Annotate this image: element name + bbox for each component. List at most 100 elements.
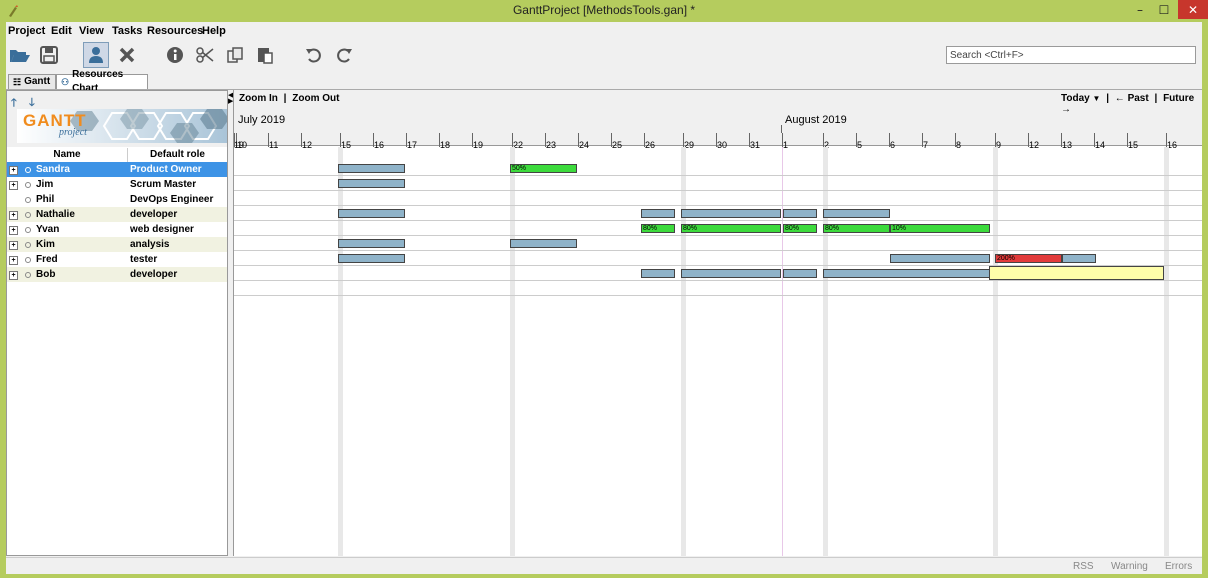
- delete-icon[interactable]: [114, 42, 140, 68]
- load-bar[interactable]: 10%: [890, 224, 990, 233]
- load-bar[interactable]: 80%: [783, 224, 817, 233]
- load-bar[interactable]: 80%: [823, 224, 890, 233]
- menu-edit[interactable]: Edit: [51, 25, 72, 37]
- new-resource-icon[interactable]: [83, 42, 109, 68]
- load-bar[interactable]: [783, 209, 817, 218]
- menu-tasks[interactable]: Tasks: [112, 25, 142, 37]
- load-bar[interactable]: [641, 209, 675, 218]
- resource-name: Yvan: [36, 224, 60, 235]
- save-icon[interactable]: [36, 42, 62, 68]
- status-bar: RSS Warning Errors: [6, 557, 1202, 574]
- app-window: Project Edit View Tasks Resources Help S…: [6, 22, 1202, 574]
- undo-icon[interactable]: [301, 42, 327, 68]
- load-bar[interactable]: [890, 254, 990, 263]
- resource-row[interactable]: + Jim Scrum Master: [7, 177, 227, 192]
- expand-icon[interactable]: +: [9, 226, 18, 235]
- expand-icon[interactable]: +: [9, 211, 18, 220]
- load-bar[interactable]: [338, 209, 405, 218]
- load-bar[interactable]: [823, 269, 990, 278]
- month-divider: [781, 125, 782, 133]
- menu-help[interactable]: Help: [202, 25, 226, 37]
- column-header-role[interactable]: Default role: [128, 148, 227, 163]
- day-label: 25: [612, 140, 623, 150]
- load-bar[interactable]: [510, 239, 577, 248]
- load-bar[interactable]: [1062, 254, 1096, 263]
- minimize-button[interactable]: –: [1130, 0, 1150, 20]
- day-tick: [1166, 133, 1167, 147]
- load-bar[interactable]: [681, 269, 781, 278]
- maximize-button[interactable]: ☐: [1154, 0, 1174, 20]
- resource-row[interactable]: Phil DevOps Engineer: [7, 192, 227, 207]
- selected-period[interactable]: [989, 266, 1164, 280]
- load-bar[interactable]: [338, 164, 405, 173]
- expand-icon[interactable]: +: [9, 181, 18, 190]
- resource-name: Kim: [36, 239, 55, 250]
- row-divider: [234, 235, 1202, 236]
- close-button[interactable]: ✕: [1178, 0, 1208, 19]
- resource-row[interactable]: + Fred tester: [7, 252, 227, 267]
- chart-header: Zoom In | Zoom Out Today ▼ | ← Past | Fu…: [234, 90, 1202, 146]
- menu-resources[interactable]: Resources: [147, 25, 203, 37]
- warning-status[interactable]: Warning: [1111, 561, 1148, 572]
- column-header-name[interactable]: Name: [7, 148, 128, 163]
- resources-tab-icon: ⚇: [61, 77, 70, 87]
- day-label: 13: [1062, 140, 1073, 150]
- past-link[interactable]: ← Past: [1115, 93, 1149, 104]
- load-bar[interactable]: [823, 209, 890, 218]
- search-input[interactable]: Search <Ctrl+F>: [946, 46, 1196, 64]
- day-tick: [922, 133, 923, 147]
- move-up-icon[interactable]: 🡑: [11, 94, 17, 113]
- tab-resources-chart[interactable]: ⚇ Resources Chart: [56, 69, 148, 94]
- day-tick: [1127, 133, 1128, 147]
- open-folder-icon[interactable]: [7, 42, 33, 68]
- resource-row[interactable]: + Kim analysis: [7, 237, 227, 252]
- day-tick: [439, 133, 440, 147]
- rss-status[interactable]: RSS: [1073, 561, 1094, 572]
- load-bar[interactable]: [338, 239, 405, 248]
- redo-icon[interactable]: [331, 42, 357, 68]
- resource-row[interactable]: + Nathalie developer: [7, 207, 227, 222]
- day-tick: [301, 133, 302, 147]
- menu-project[interactable]: Project: [8, 25, 45, 37]
- load-bar[interactable]: 200%: [995, 254, 1062, 263]
- copy-icon[interactable]: [222, 42, 248, 68]
- resource-row[interactable]: + Sandra Product Owner: [7, 162, 227, 177]
- load-bar[interactable]: [338, 179, 405, 188]
- view-tabs: ☷ Gantt ⚇ Resources Chart: [6, 69, 1202, 94]
- load-bar[interactable]: 80%: [641, 224, 675, 233]
- load-bar[interactable]: [338, 254, 405, 263]
- row-divider: [234, 175, 1202, 176]
- resource-name: Phil: [36, 194, 55, 205]
- load-bar[interactable]: 50%: [510, 164, 577, 173]
- zoom-out-link[interactable]: Zoom Out: [292, 93, 339, 104]
- resource-table-header-area: 🡑 🡓 GANTT project: [7, 91, 229, 147]
- day-label: 8: [956, 140, 962, 150]
- tab-gantt[interactable]: ☷ Gantt: [8, 74, 56, 89]
- paste-icon[interactable]: [252, 42, 278, 68]
- day-tick: [1028, 133, 1029, 147]
- resource-icon: [25, 182, 31, 188]
- properties-icon[interactable]: [162, 42, 188, 68]
- resource-row[interactable]: + Yvan web designer: [7, 222, 227, 237]
- menu-view[interactable]: View: [79, 25, 104, 37]
- row-divider: [234, 295, 1202, 296]
- load-bar[interactable]: 80%: [681, 224, 781, 233]
- menu-bar: Project Edit View Tasks Resources Help: [6, 22, 1202, 42]
- resource-row[interactable]: + Bob developer: [7, 267, 227, 282]
- day-tick: [406, 133, 407, 147]
- today-dropdown[interactable]: Today ▼: [1061, 93, 1100, 104]
- load-bar[interactable]: [641, 269, 675, 278]
- expand-icon[interactable]: +: [9, 271, 18, 280]
- errors-status[interactable]: Errors: [1165, 561, 1192, 572]
- expand-icon[interactable]: +: [9, 166, 18, 175]
- expand-icon[interactable]: +: [9, 241, 18, 250]
- day-label: 30: [717, 140, 728, 150]
- day-label: 5: [857, 140, 863, 150]
- cut-icon[interactable]: [192, 42, 218, 68]
- resource-icon: [25, 197, 31, 203]
- zoom-in-link[interactable]: Zoom In: [239, 93, 278, 104]
- expand-icon[interactable]: +: [9, 256, 18, 265]
- load-bar[interactable]: [783, 269, 817, 278]
- load-bar[interactable]: [681, 209, 781, 218]
- resource-role: developer: [130, 269, 178, 280]
